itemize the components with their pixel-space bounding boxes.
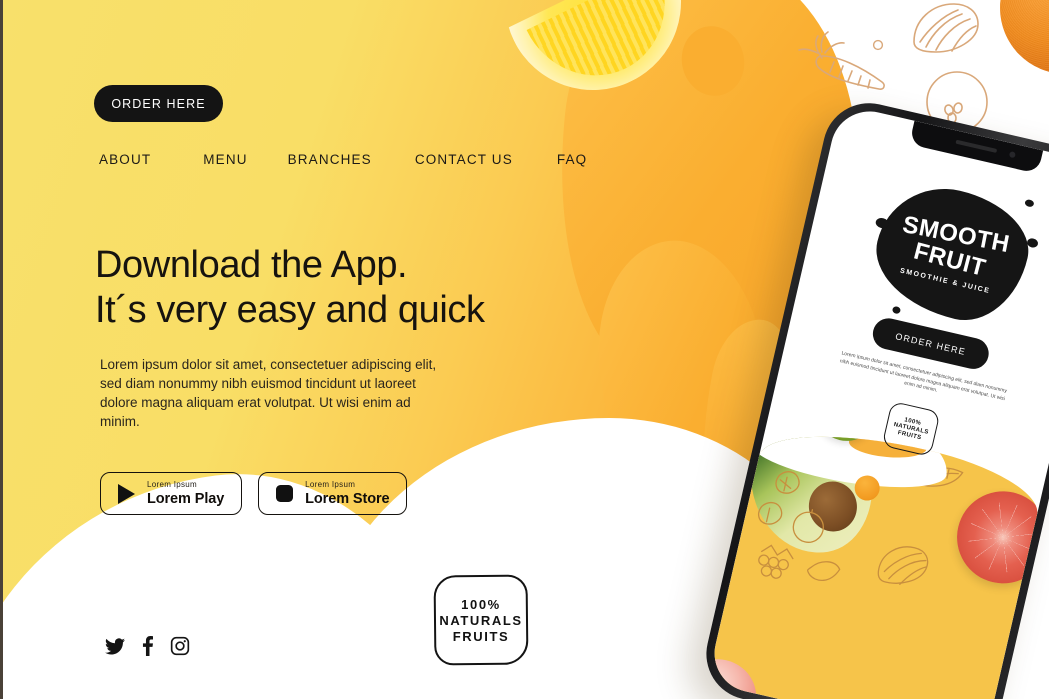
phone-notch [909,120,1044,174]
hero-paragraph: Lorem ipsum dolor sit amet, consectetuer… [100,357,437,429]
order-here-button[interactable]: ORDER HERE [94,85,223,122]
lorem-store-eyebrow: Lorem Ipsum [305,479,356,489]
citrus-wedge-doodle-icon [908,2,984,56]
hero-headline-line1: Download the App. [95,244,408,286]
phone-order-here-label: ORDER HERE [894,330,967,357]
lemon-wedge-doodle-icon [871,538,935,598]
carrot-doodle-icon [786,22,902,98]
phone-speaker [955,139,998,154]
naturals-fruits-badge: 100% NATURALS FRUITS [433,574,529,666]
lorem-play-button[interactable]: Lorem Ipsum Lorem Play [100,472,243,515]
nav-item-about[interactable]: ABOUT [99,152,151,167]
nav-item-faq[interactable]: FAQ [557,152,587,167]
nav-item-menu[interactable]: MENU [203,152,247,167]
peach-photo [706,651,764,699]
lorem-store-button[interactable]: Lorem Ipsum Lorem Store [258,472,408,515]
grapefruit-photo [947,482,1046,593]
app-store-buttons: Lorem Ipsum Lorem Play Lorem Ipsum Lorem… [100,472,408,515]
rounded-square-icon [273,483,295,505]
logo-chip [891,305,902,315]
main-navigation: ABOUT MENU BRANCHES CONTACT US FAQ [99,152,587,167]
hero-headline: Download the App. It´s very easy and qui… [95,243,485,333]
tiny-circle-doodle-icon [872,39,884,51]
badge-line-3: FRUITS [452,628,510,644]
lorem-play-label: Lorem Play [147,490,225,507]
smooth-fruit-logo: SMOOTH FRUIT SMOOTHIE & JUICE [864,175,1039,332]
phone-food-section [706,413,1046,699]
whole-orange-photo [1000,0,1049,74]
badge-line-2: NATURALS [439,612,523,628]
nav-item-contact-us[interactable]: CONTACT US [415,152,513,167]
order-here-button-label: ORDER HERE [111,96,206,111]
phone-camera-icon [1008,151,1016,159]
landing-page-canvas: ORDER HERE ABOUT MENU BRANCHES CONTACT U… [0,0,1049,699]
social-links [105,636,190,661]
nav-item-branches[interactable]: BRANCHES [288,152,372,167]
twitter-icon[interactable] [105,637,125,660]
hero-headline-line2: It´s very easy and quick [95,289,485,331]
lorem-store-label: Lorem Store [305,490,390,507]
lorem-play-eyebrow: Lorem Ipsum [147,479,197,489]
badge-line-1: 100% [461,596,501,612]
play-triangle-icon [115,483,137,505]
facebook-icon[interactable] [142,636,154,661]
instagram-icon[interactable] [170,636,190,661]
left-edge-sliver [0,0,3,699]
